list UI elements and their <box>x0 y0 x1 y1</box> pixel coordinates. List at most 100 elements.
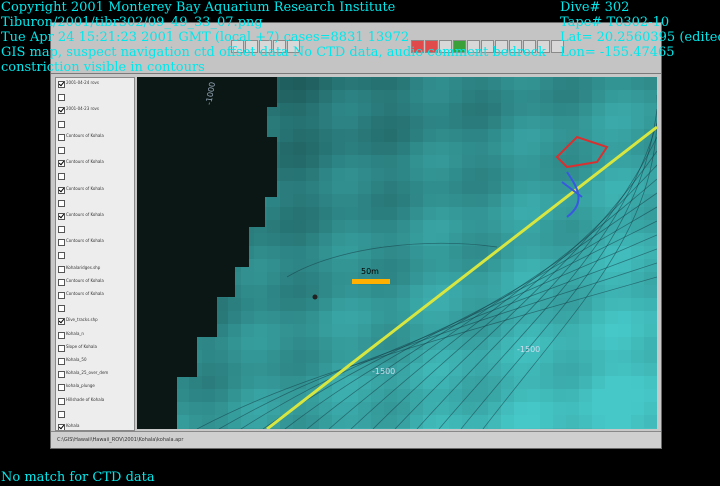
raster-cell <box>449 207 462 220</box>
gis-application-window: 2001-04-24 rovs 2001-04-23 rovs Contours o… <box>50 22 662 449</box>
layer-visibility-checkbox[interactable] <box>58 423 65 430</box>
raster-cell <box>488 337 501 350</box>
toc-layer-item[interactable]: Kohala_n <box>56 329 134 342</box>
toc-layer-item[interactable] <box>56 144 134 157</box>
raster-cell <box>358 207 371 220</box>
toc-layer-item[interactable]: Slope of Kohala <box>56 342 134 355</box>
layer-visibility-checkbox[interactable] <box>58 357 65 365</box>
map-view[interactable]: -1000 -1500 -1500 50m <box>137 77 657 429</box>
raster-cell <box>215 337 228 350</box>
layer-visibility-checkbox[interactable] <box>58 133 65 141</box>
layer-visibility-checkbox[interactable] <box>58 212 65 220</box>
raster-cell <box>254 363 267 376</box>
layer-visibility-checkbox[interactable] <box>58 199 65 207</box>
layer-visibility-checkbox[interactable] <box>58 265 65 273</box>
layer-visibility-checkbox[interactable] <box>58 331 65 339</box>
raster-cell <box>319 155 332 168</box>
raster-cell <box>618 363 631 376</box>
raster-cell <box>267 363 280 376</box>
toc-layer-item[interactable]: Kohala_25_over_dem <box>56 368 134 381</box>
toc-layer-item[interactable] <box>56 170 134 183</box>
raster-cell <box>579 428 592 429</box>
raster-cell <box>566 337 579 350</box>
layer-visibility-checkbox[interactable] <box>58 239 65 247</box>
toc-layer-item[interactable]: Kohala <box>56 421 134 430</box>
raster-cell <box>553 389 566 402</box>
toc-layer-item[interactable]: Kohalaridges.shp <box>56 263 134 276</box>
toc-layer-item[interactable] <box>56 249 134 262</box>
toc-layer-item[interactable]: Contours of Kohala <box>56 184 134 197</box>
raster-cell <box>293 142 306 155</box>
raster-cell <box>319 207 332 220</box>
longitude: Lon= -155.47465 <box>560 45 675 60</box>
raster-cell <box>605 116 618 129</box>
raster-cell <box>176 376 189 389</box>
toc-layer-item[interactable]: Hillshade of Kohala <box>56 395 134 408</box>
raster-cell <box>553 350 566 363</box>
toc-layer-item[interactable]: kohala_plunge <box>56 381 134 394</box>
layer-visibility-checkbox[interactable] <box>58 384 65 392</box>
toc-layer-item[interactable] <box>56 118 134 131</box>
raster-cell <box>449 259 462 272</box>
raster-cell <box>488 285 501 298</box>
timestamp-line: Tue Apr 24 15:21:23 2001 GMT (local +7) … <box>1 30 410 45</box>
layer-visibility-checkbox[interactable] <box>58 146 65 154</box>
layer-visibility-checkbox[interactable] <box>58 278 65 286</box>
layer-visibility-checkbox[interactable] <box>58 226 65 234</box>
raster-cell <box>384 220 397 233</box>
raster-cell <box>514 77 527 90</box>
toc-layer-item[interactable] <box>56 302 134 315</box>
toc-layer-item[interactable]: Contours of Kohala <box>56 236 134 249</box>
raster-cell <box>488 181 501 194</box>
toc-layer-item[interactable]: 2001-04-24 rovs <box>56 78 134 91</box>
toc-layer-item[interactable]: 2001-04-23 rovs <box>56 104 134 117</box>
raster-cell <box>410 428 423 429</box>
layer-visibility-checkbox[interactable] <box>58 292 65 299</box>
layer-visibility-checkbox[interactable] <box>58 252 65 260</box>
raster-cell <box>540 220 553 233</box>
toc-layer-item[interactable]: Kohala_50 <box>56 355 134 368</box>
layer-visibility-checkbox[interactable] <box>58 410 65 418</box>
layer-visibility-checkbox[interactable] <box>58 344 65 352</box>
raster-cell <box>228 324 241 337</box>
raster-cell <box>423 246 436 259</box>
toc-layer-item[interactable]: Contours of Kohala <box>56 276 134 289</box>
raster-cell <box>514 324 527 337</box>
layer-visibility-checkbox[interactable] <box>58 173 65 181</box>
raster-cell <box>319 337 332 350</box>
raster-cell <box>371 376 384 389</box>
layer-visibility-checkbox[interactable] <box>58 94 65 102</box>
tape-number: Tape# T0302-10 <box>560 15 670 30</box>
raster-cell <box>592 129 605 142</box>
toc-layer-item[interactable] <box>56 91 134 104</box>
raster-cell <box>618 77 631 90</box>
toc-layer-item[interactable]: Contours of Kohala <box>56 157 134 170</box>
layer-visibility-checkbox[interactable] <box>58 160 65 168</box>
raster-cell <box>384 233 397 246</box>
toc-layer-item[interactable]: Contours of Kohala <box>56 210 134 223</box>
raster-cell <box>605 415 618 428</box>
toc-layer-item[interactable] <box>56 408 134 421</box>
layer-visibility-checkbox[interactable] <box>58 318 65 326</box>
layer-visibility-checkbox[interactable] <box>58 81 65 88</box>
layer-visibility-checkbox[interactable] <box>58 186 65 194</box>
layer-visibility-checkbox[interactable] <box>58 120 65 128</box>
raster-cell <box>293 220 306 233</box>
raster-cell <box>345 194 358 207</box>
layer-visibility-checkbox[interactable] <box>58 397 65 405</box>
toc-layer-item[interactable]: Contours of Kohala <box>56 289 134 302</box>
raster-cell <box>644 402 657 415</box>
toc-layer-item[interactable] <box>56 197 134 210</box>
toc-layer-item[interactable]: Contours of Kohala <box>56 131 134 144</box>
raster-cell <box>280 272 293 285</box>
raster-cell <box>423 181 436 194</box>
layer-visibility-checkbox[interactable] <box>58 107 65 115</box>
layer-visibility-checkbox[interactable] <box>58 305 65 313</box>
raster-cell <box>423 428 436 429</box>
raster-cell <box>332 311 345 324</box>
raster-cell <box>475 90 488 103</box>
layer-visibility-checkbox[interactable] <box>58 371 65 379</box>
raster-cell <box>384 207 397 220</box>
toc-layer-item[interactable]: Dive_tracks.shp <box>56 315 134 328</box>
toc-layer-item[interactable] <box>56 223 134 236</box>
